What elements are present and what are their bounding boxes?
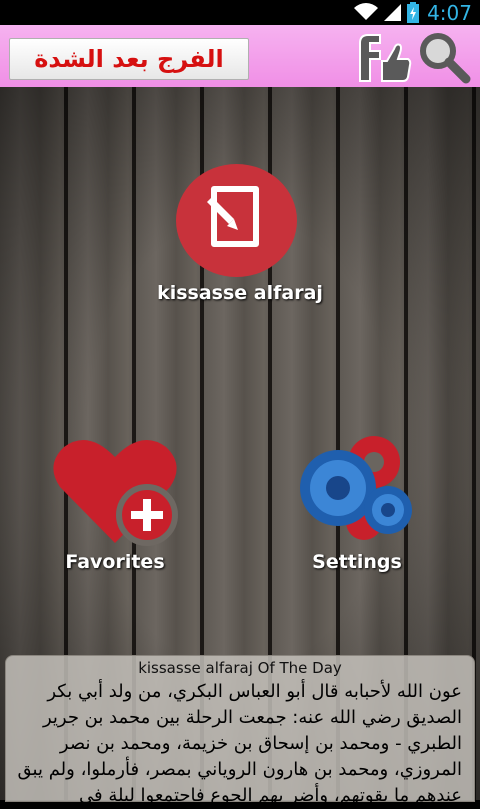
- favorites-label: Favorites: [65, 551, 165, 573]
- wifi-icon: [354, 3, 378, 21]
- story-of-the-day-panel[interactable]: kissasse alfaraj Of The Day عون الله لأح…: [5, 655, 475, 806]
- facebook-like-icon[interactable]: [354, 31, 412, 83]
- edit-note-icon: [176, 164, 297, 277]
- settings-button[interactable]: Settings: [285, 430, 429, 580]
- kissasse-alfaraj-label: kissasse alfaraj: [157, 282, 323, 304]
- gears-icon: [300, 436, 412, 540]
- heart-plus-icon: [53, 439, 178, 546]
- battery-charging-icon: [407, 2, 419, 23]
- status-bar: 4:07: [0, 0, 480, 25]
- app-title: الفرج بعد الشدة: [34, 45, 224, 73]
- clock: 4:07: [427, 1, 472, 25]
- story-of-the-day-text: عون الله لأحبابه قال أبو العباس البكري، …: [17, 681, 462, 806]
- app-header: الفرج بعد الشدة: [0, 25, 480, 87]
- settings-label: Settings: [312, 551, 402, 573]
- search-icon[interactable]: [416, 30, 472, 84]
- kissasse-alfaraj-button[interactable]: kissasse alfaraj: [140, 160, 340, 310]
- story-of-the-day-title: kissasse alfaraj Of The Day: [138, 659, 342, 677]
- app-title-box: الفرج بعد الشدة: [9, 38, 249, 80]
- signal-icon: [384, 4, 401, 21]
- favorites-button[interactable]: Favorites: [45, 430, 185, 580]
